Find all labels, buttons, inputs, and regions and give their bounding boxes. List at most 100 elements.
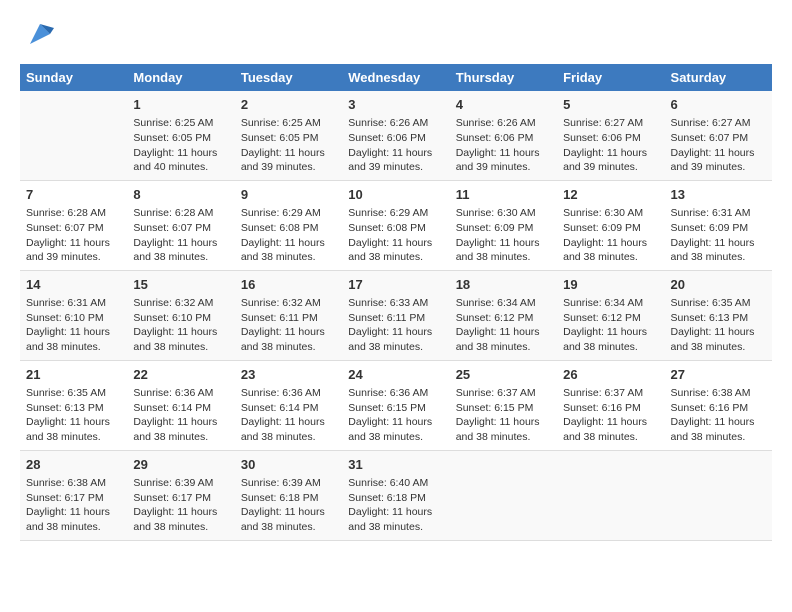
- day-number: 30: [241, 456, 336, 474]
- weekday-header: Wednesday: [342, 64, 449, 91]
- day-info: Sunrise: 6:39 AM Sunset: 6:18 PM Dayligh…: [241, 476, 336, 535]
- day-number: 10: [348, 186, 443, 204]
- calendar-week-row: 14 Sunrise: 6:31 AM Sunset: 6:10 PM Dayli…: [20, 270, 772, 360]
- calendar-cell: [20, 91, 127, 180]
- calendar-cell: [450, 450, 557, 540]
- day-info: Sunrise: 6:33 AM Sunset: 6:11 PM Dayligh…: [348, 296, 443, 355]
- day-number: 17: [348, 276, 443, 294]
- weekday-header: Saturday: [665, 64, 772, 91]
- calendar-cell: 8Sunrise: 6:28 AM Sunset: 6:07 PM Daylig…: [127, 180, 234, 270]
- calendar-week-row: 7 Sunrise: 6:28 AM Sunset: 6:07 PM Daylig…: [20, 180, 772, 270]
- day-number: 5: [563, 96, 658, 114]
- day-number: 21: [26, 366, 121, 384]
- calendar-cell: 21 Sunrise: 6:35 AM Sunset: 6:13 PM Dayli…: [20, 360, 127, 450]
- calendar-cell: 6 Sunrise: 6:27 AM Sunset: 6:07 PM Daylig…: [665, 91, 772, 180]
- day-info: Sunrise: 6:29 AM Sunset: 6:08 PM Dayligh…: [241, 206, 336, 265]
- logo-icon: [24, 20, 56, 48]
- calendar-cell: 5 Sunrise: 6:27 AM Sunset: 6:06 PM Daylig…: [557, 91, 664, 180]
- day-info: Sunrise: 6:36 AM Sunset: 6:15 PM Dayligh…: [348, 386, 443, 445]
- calendar-cell: 23Sunrise: 6:36 AM Sunset: 6:14 PM Dayli…: [235, 360, 342, 450]
- day-number: 4: [456, 96, 551, 114]
- day-info: Sunrise: 6:30 AM Sunset: 6:09 PM Dayligh…: [456, 206, 551, 265]
- calendar-cell: 11 Sunrise: 6:30 AM Sunset: 6:09 PM Dayli…: [450, 180, 557, 270]
- day-info: Sunrise: 6:25 AM Sunset: 6:05 PM Dayligh…: [133, 116, 228, 175]
- day-number: 18: [456, 276, 551, 294]
- calendar-cell: 13Sunrise: 6:31 AM Sunset: 6:09 PM Dayli…: [665, 180, 772, 270]
- day-number: 31: [348, 456, 443, 474]
- day-info: Sunrise: 6:37 AM Sunset: 6:16 PM Dayligh…: [563, 386, 658, 445]
- calendar-cell: 30 Sunrise: 6:39 AM Sunset: 6:18 PM Dayli…: [235, 450, 342, 540]
- calendar-cell: 1 Sunrise: 6:25 AM Sunset: 6:05 PM Daylig…: [127, 91, 234, 180]
- calendar-cell: [665, 450, 772, 540]
- day-info: Sunrise: 6:40 AM Sunset: 6:18 PM Dayligh…: [348, 476, 443, 535]
- day-number: 29: [133, 456, 228, 474]
- day-info: Sunrise: 6:31 AM Sunset: 6:10 PM Dayligh…: [26, 296, 121, 355]
- calendar-cell: 12 Sunrise: 6:30 AM Sunset: 6:09 PM Dayli…: [557, 180, 664, 270]
- day-info: Sunrise: 6:38 AM Sunset: 6:17 PM Dayligh…: [26, 476, 121, 535]
- day-number: 27: [671, 366, 766, 384]
- calendar-cell: 9Sunrise: 6:29 AM Sunset: 6:08 PM Daylig…: [235, 180, 342, 270]
- day-info: Sunrise: 6:32 AM Sunset: 6:10 PM Dayligh…: [133, 296, 228, 355]
- calendar-cell: 28 Sunrise: 6:38 AM Sunset: 6:17 PM Dayli…: [20, 450, 127, 540]
- weekday-header: Tuesday: [235, 64, 342, 91]
- day-info: Sunrise: 6:26 AM Sunset: 6:06 PM Dayligh…: [348, 116, 443, 175]
- day-number: 20: [671, 276, 766, 294]
- day-info: Sunrise: 6:34 AM Sunset: 6:12 PM Dayligh…: [563, 296, 658, 355]
- calendar-cell: 29 Sunrise: 6:39 AM Sunset: 6:17 PM Dayli…: [127, 450, 234, 540]
- logo: [20, 20, 56, 48]
- weekday-header: Monday: [127, 64, 234, 91]
- calendar-cell: 16Sunrise: 6:32 AM Sunset: 6:11 PM Dayli…: [235, 270, 342, 360]
- day-number: 23: [241, 366, 336, 384]
- calendar-cell: 31 Sunrise: 6:40 AM Sunset: 6:18 PM Dayli…: [342, 450, 449, 540]
- calendar-cell: [557, 450, 664, 540]
- header: [20, 20, 772, 48]
- calendar-cell: 14 Sunrise: 6:31 AM Sunset: 6:10 PM Dayli…: [20, 270, 127, 360]
- calendar-cell: 2Sunrise: 6:25 AM Sunset: 6:05 PM Daylig…: [235, 91, 342, 180]
- day-number: 25: [456, 366, 551, 384]
- calendar-cell: 15Sunrise: 6:32 AM Sunset: 6:10 PM Dayli…: [127, 270, 234, 360]
- day-info: Sunrise: 6:36 AM Sunset: 6:14 PM Dayligh…: [133, 386, 228, 445]
- day-info: Sunrise: 6:30 AM Sunset: 6:09 PM Dayligh…: [563, 206, 658, 265]
- calendar-cell: 25 Sunrise: 6:37 AM Sunset: 6:15 PM Dayli…: [450, 360, 557, 450]
- day-number: 6: [671, 96, 766, 114]
- weekday-row: SundayMondayTuesdayWednesdayThursdayFrid…: [20, 64, 772, 91]
- day-info: Sunrise: 6:27 AM Sunset: 6:06 PM Dayligh…: [563, 116, 658, 175]
- day-info: Sunrise: 6:37 AM Sunset: 6:15 PM Dayligh…: [456, 386, 551, 445]
- day-info: Sunrise: 6:38 AM Sunset: 6:16 PM Dayligh…: [671, 386, 766, 445]
- day-info: Sunrise: 6:28 AM Sunset: 6:07 PM Dayligh…: [26, 206, 121, 265]
- day-info: Sunrise: 6:26 AM Sunset: 6:06 PM Dayligh…: [456, 116, 551, 175]
- calendar-cell: 4 Sunrise: 6:26 AM Sunset: 6:06 PM Daylig…: [450, 91, 557, 180]
- day-number: 11: [456, 186, 551, 204]
- day-info: Sunrise: 6:35 AM Sunset: 6:13 PM Dayligh…: [26, 386, 121, 445]
- day-info: Sunrise: 6:39 AM Sunset: 6:17 PM Dayligh…: [133, 476, 228, 535]
- calendar-header: SundayMondayTuesdayWednesdayThursdayFrid…: [20, 64, 772, 91]
- day-info: Sunrise: 6:35 AM Sunset: 6:13 PM Dayligh…: [671, 296, 766, 355]
- weekday-header: Thursday: [450, 64, 557, 91]
- calendar-week-row: 21 Sunrise: 6:35 AM Sunset: 6:13 PM Dayli…: [20, 360, 772, 450]
- day-number: 26: [563, 366, 658, 384]
- day-number: 14: [26, 276, 121, 294]
- day-number: 28: [26, 456, 121, 474]
- day-number: 7: [26, 186, 121, 204]
- day-info: Sunrise: 6:25 AM Sunset: 6:05 PM Dayligh…: [241, 116, 336, 175]
- calendar-cell: 17 Sunrise: 6:33 AM Sunset: 6:11 PM Dayli…: [342, 270, 449, 360]
- calendar-cell: 20 Sunrise: 6:35 AM Sunset: 6:13 PM Dayli…: [665, 270, 772, 360]
- calendar-cell: 26 Sunrise: 6:37 AM Sunset: 6:16 PM Dayli…: [557, 360, 664, 450]
- calendar-cell: 24 Sunrise: 6:36 AM Sunset: 6:15 PM Dayli…: [342, 360, 449, 450]
- calendar-cell: 27 Sunrise: 6:38 AM Sunset: 6:16 PM Dayli…: [665, 360, 772, 450]
- calendar-table: SundayMondayTuesdayWednesdayThursdayFrid…: [20, 64, 772, 541]
- calendar-cell: 18 Sunrise: 6:34 AM Sunset: 6:12 PM Dayli…: [450, 270, 557, 360]
- calendar-week-row: 1 Sunrise: 6:25 AM Sunset: 6:05 PM Daylig…: [20, 91, 772, 180]
- weekday-header: Sunday: [20, 64, 127, 91]
- day-info: Sunrise: 6:32 AM Sunset: 6:11 PM Dayligh…: [241, 296, 336, 355]
- day-number: 13: [671, 186, 766, 204]
- day-number: 22: [133, 366, 228, 384]
- day-number: 24: [348, 366, 443, 384]
- calendar-week-row: 28 Sunrise: 6:38 AM Sunset: 6:17 PM Dayli…: [20, 450, 772, 540]
- day-number: 12: [563, 186, 658, 204]
- calendar-cell: 3Sunrise: 6:26 AM Sunset: 6:06 PM Daylig…: [342, 91, 449, 180]
- day-info: Sunrise: 6:28 AM Sunset: 6:07 PM Dayligh…: [133, 206, 228, 265]
- day-number: 1: [133, 96, 228, 114]
- day-info: Sunrise: 6:27 AM Sunset: 6:07 PM Dayligh…: [671, 116, 766, 175]
- day-info: Sunrise: 6:34 AM Sunset: 6:12 PM Dayligh…: [456, 296, 551, 355]
